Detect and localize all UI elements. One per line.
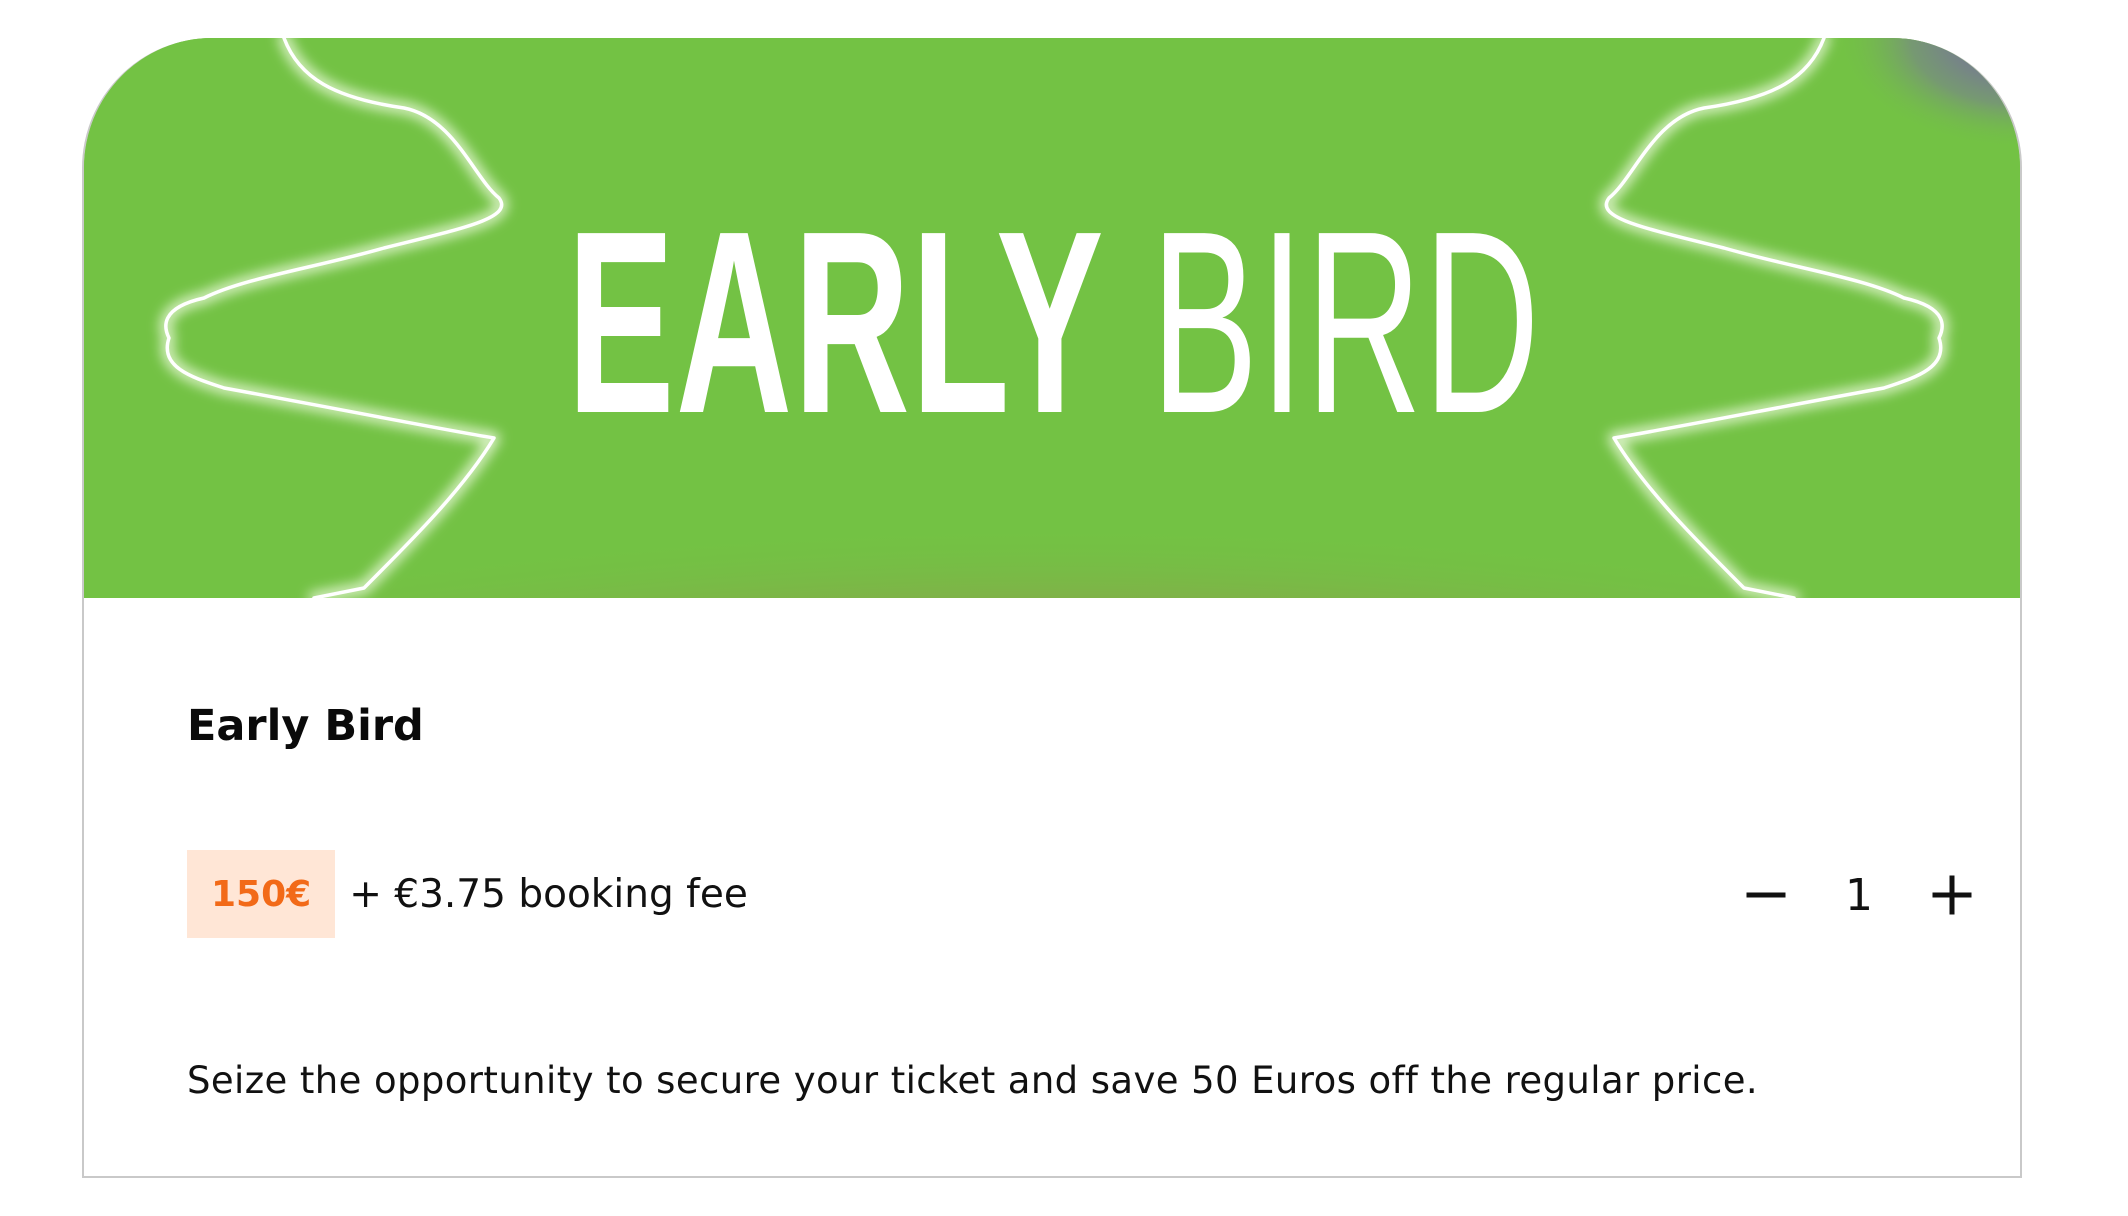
ticket-name: Early Bird <box>187 701 424 751</box>
booking-fee: + €3.75 booking fee <box>349 871 748 917</box>
ticket-card: EARLY BIRD Early Bird 150€ + €3.75 booki… <box>82 38 2022 1178</box>
ticket-banner: EARLY BIRD <box>84 38 2020 598</box>
price-row: 150€ + €3.75 booking fee <box>187 850 748 938</box>
quantity-value: 1 <box>1845 869 1873 921</box>
banner-title-bold: EARLY <box>567 178 1105 468</box>
decrease-quantity-button[interactable] <box>1734 863 1798 927</box>
quantity-stepper: 1 <box>1734 860 1984 930</box>
price-badge: 150€ <box>187 850 336 938</box>
banner-title: EARLY BIRD <box>453 193 1656 453</box>
banner-title-light: BIRD <box>1150 178 1541 468</box>
ticket-description: Seize the opportunity to secure your tic… <box>187 1059 1759 1102</box>
plus-icon <box>1932 875 1972 915</box>
increase-quantity-button[interactable] <box>1920 863 1984 927</box>
minus-icon <box>1746 892 1786 898</box>
